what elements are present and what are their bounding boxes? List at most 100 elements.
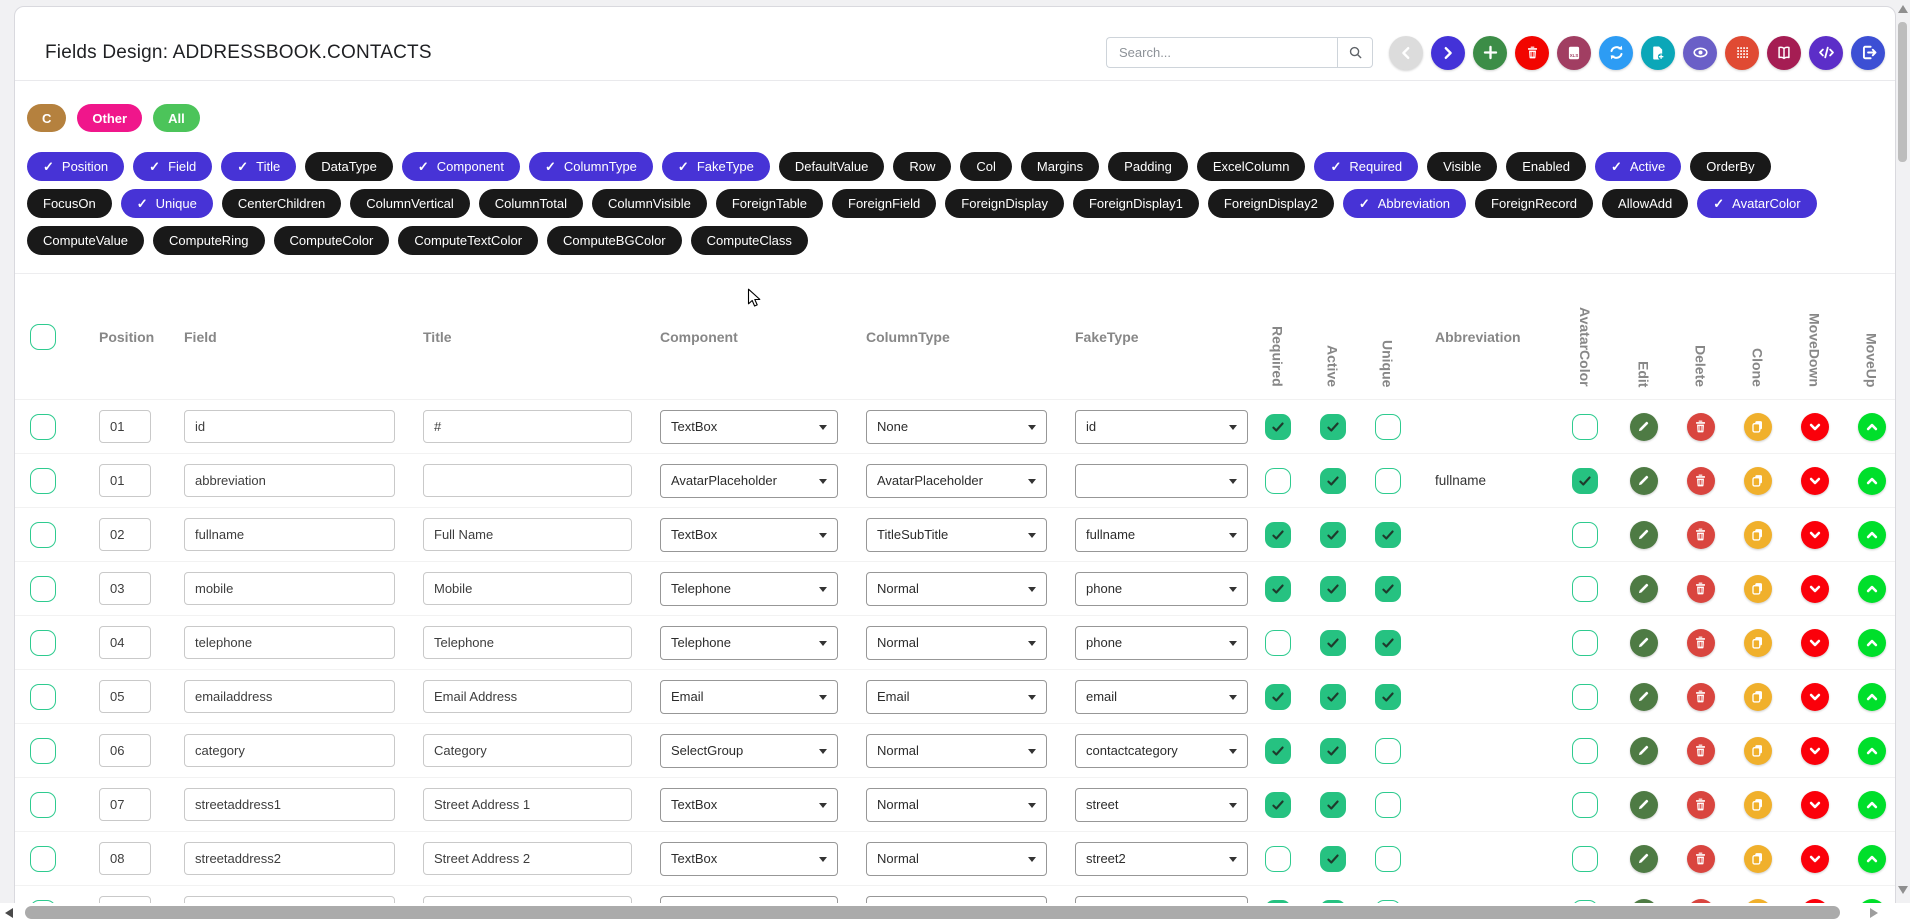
delete-button[interactable] — [1686, 736, 1715, 765]
delete-button[interactable] — [1686, 574, 1715, 603]
faketype-select[interactable]: fullname — [1075, 517, 1248, 552]
toggle-chip-datatype[interactable]: DataType — [305, 152, 393, 181]
search-button[interactable] — [1337, 37, 1373, 68]
move-down-button[interactable] — [1800, 628, 1829, 657]
required-checkbox[interactable] — [1264, 413, 1291, 440]
faketype-select[interactable]: email — [1075, 679, 1248, 714]
columntype-select[interactable]: AvatarPlaceholder — [866, 463, 1047, 498]
toggle-chip-focuson[interactable]: FocusOn — [27, 189, 112, 218]
component-select[interactable]: Telephone — [660, 571, 838, 606]
move-down-button[interactable] — [1800, 520, 1829, 549]
toggle-chip-foreignfield[interactable]: ForeignField — [832, 189, 937, 218]
toggle-chip-foreigndisplay2[interactable]: ForeignDisplay2 — [1207, 189, 1334, 218]
toggle-chip-orderby[interactable]: OrderBy — [1690, 152, 1771, 181]
delete-button[interactable] — [1686, 628, 1715, 657]
toggle-chip-margins[interactable]: Margins — [1020, 152, 1100, 181]
unique-checkbox[interactable] — [1374, 737, 1401, 764]
toggle-chip-title[interactable]: ✓ Title — [221, 152, 297, 181]
avatarcolor-checkbox[interactable] — [1572, 413, 1598, 440]
row-select-checkbox[interactable] — [30, 413, 56, 440]
field-input[interactable] — [184, 464, 395, 497]
row-select-checkbox[interactable] — [30, 467, 56, 494]
toggle-chip-columnvertical[interactable]: ColumnVertical — [350, 189, 470, 218]
toggle-chip-computering[interactable]: ComputeRing — [153, 226, 265, 255]
toggle-chip-columntotal[interactable]: ColumnTotal — [478, 189, 583, 218]
edit-button[interactable] — [1629, 574, 1658, 603]
toggle-chip-padding[interactable]: Padding — [1108, 152, 1188, 181]
faketype-select[interactable]: phone — [1075, 571, 1248, 606]
edit-button[interactable] — [1629, 682, 1658, 711]
field-input[interactable] — [184, 410, 395, 443]
move-up-button[interactable] — [1857, 574, 1886, 603]
toggle-chip-foreigntable[interactable]: ForeignTable — [715, 189, 824, 218]
toggle-chip-foreigndisplay1[interactable]: ForeignDisplay1 — [1072, 189, 1199, 218]
grid-view-button[interactable] — [1725, 35, 1759, 70]
active-checkbox[interactable] — [1319, 629, 1346, 656]
move-up-button[interactable] — [1857, 736, 1886, 765]
toggle-chip-computevalue[interactable]: ComputeValue — [27, 226, 145, 255]
field-input[interactable] — [184, 734, 395, 767]
toggle-chip-avatarcolor[interactable]: ✓ AvatarColor — [1697, 189, 1817, 218]
move-down-button[interactable] — [1800, 574, 1829, 603]
toggle-chip-computeclass[interactable]: ComputeClass — [690, 226, 808, 255]
row-select-checkbox[interactable] — [30, 791, 56, 818]
row-select-checkbox[interactable] — [30, 845, 56, 872]
edit-button[interactable] — [1629, 466, 1658, 495]
position-input[interactable] — [99, 410, 151, 443]
code-view-button[interactable] — [1809, 35, 1843, 70]
position-input[interactable] — [99, 572, 151, 605]
scroll-up-arrow-icon[interactable] — [1898, 5, 1908, 13]
clone-button[interactable] — [1743, 628, 1772, 657]
delete-button[interactable] — [1686, 520, 1715, 549]
columntype-select[interactable]: Normal — [866, 733, 1047, 768]
edit-button[interactable] — [1629, 412, 1658, 441]
required-checkbox[interactable] — [1264, 791, 1291, 818]
clone-button[interactable] — [1743, 736, 1772, 765]
horizontal-scrollbar[interactable] — [0, 903, 1910, 923]
toggle-chip-active[interactable]: ✓ Active — [1594, 152, 1682, 181]
toggle-chip-computecolor[interactable]: ComputeColor — [273, 226, 390, 255]
filter-pill-other[interactable]: Other — [77, 104, 143, 132]
active-checkbox[interactable] — [1319, 845, 1346, 872]
move-down-button[interactable] — [1800, 412, 1829, 441]
preview-button[interactable] — [1683, 35, 1717, 70]
refresh-button[interactable] — [1599, 35, 1633, 70]
avatarcolor-checkbox[interactable] — [1572, 737, 1598, 764]
delete-button[interactable] — [1686, 844, 1715, 873]
toggle-chip-computetextcolor[interactable]: ComputeTextColor — [398, 226, 539, 255]
position-input[interactable] — [99, 788, 151, 821]
required-checkbox[interactable] — [1264, 629, 1291, 656]
unique-checkbox[interactable] — [1374, 521, 1401, 548]
toggle-chip-excelcolumn[interactable]: ExcelColumn — [1196, 152, 1306, 181]
clone-button[interactable] — [1743, 412, 1772, 441]
required-checkbox[interactable] — [1264, 521, 1291, 548]
columntype-select[interactable]: Email — [866, 679, 1047, 714]
row-select-checkbox[interactable] — [30, 575, 56, 602]
vertical-scroll-thumb[interactable] — [1898, 22, 1907, 162]
active-checkbox[interactable] — [1319, 791, 1346, 818]
component-select[interactable]: Email — [660, 679, 838, 714]
position-input[interactable] — [99, 464, 151, 497]
toggle-chip-columnvisible[interactable]: ColumnVisible — [592, 189, 707, 218]
toggle-chip-centerchildren[interactable]: CenterChildren — [221, 189, 342, 218]
move-up-button[interactable] — [1857, 412, 1886, 441]
edit-button[interactable] — [1629, 790, 1658, 819]
move-down-button[interactable] — [1800, 844, 1829, 873]
move-up-button[interactable] — [1857, 628, 1886, 657]
component-select[interactable]: TextBox — [660, 841, 838, 876]
scroll-left-arrow-icon[interactable] — [5, 908, 13, 918]
horizontal-scroll-thumb[interactable] — [25, 906, 1840, 919]
title-input[interactable] — [423, 734, 632, 767]
move-up-button[interactable] — [1857, 466, 1886, 495]
toggle-chip-enabled[interactable]: Enabled — [1506, 152, 1586, 181]
active-checkbox[interactable] — [1319, 683, 1346, 710]
avatarcolor-checkbox[interactable] — [1572, 629, 1598, 656]
avatarcolor-checkbox[interactable] — [1572, 467, 1598, 494]
faketype-select[interactable]: contactcategory — [1075, 733, 1248, 768]
move-up-button[interactable] — [1857, 790, 1886, 819]
unique-checkbox[interactable] — [1374, 845, 1401, 872]
nav-forward-button[interactable] — [1431, 35, 1465, 70]
unique-checkbox[interactable] — [1374, 629, 1401, 656]
columntype-select[interactable]: TitleSubTitle — [866, 517, 1047, 552]
avatarcolor-checkbox[interactable] — [1572, 521, 1598, 548]
